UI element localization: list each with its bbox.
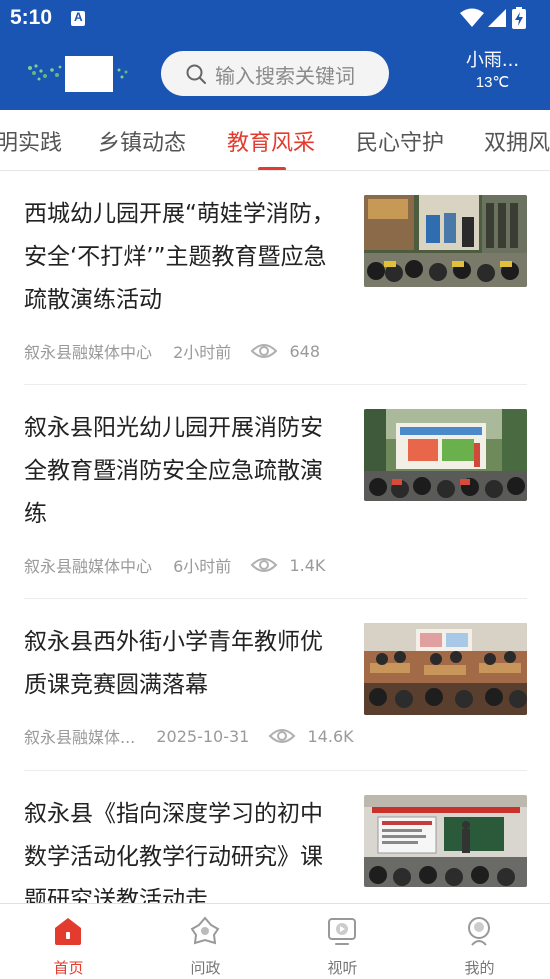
- search-placeholder: 输入搜索关键词: [215, 64, 355, 88]
- app-header: 输入搜索关键词 小雨... 13℃: [0, 38, 550, 110]
- news-views: 14.6K: [307, 726, 354, 746]
- news-views: 1.4K: [289, 555, 326, 575]
- divider: [24, 770, 527, 771]
- news-source: 叙永县融媒体中心: [24, 343, 153, 362]
- status-time: 5:10: [10, 6, 53, 29]
- weather-widget[interactable]: 小雨... 13℃: [455, 50, 530, 94]
- tab-town-news[interactable]: 乡镇动态: [98, 125, 186, 157]
- weather-temperature: 13℃: [475, 74, 510, 91]
- classroom-competition-photo: [364, 623, 527, 715]
- tab-civilization-practice[interactable]: 明实践: [0, 125, 62, 157]
- status-indicators: [460, 7, 540, 30]
- news-thumbnail[interactable]: [364, 623, 527, 715]
- news-thumbnail[interactable]: [364, 195, 527, 287]
- weather-description: 小雨...: [465, 50, 520, 71]
- search-input[interactable]: 输入搜索关键词: [161, 51, 389, 96]
- home-icon: [55, 918, 81, 945]
- news-title[interactable]: 叙永县阳光幼儿园开展消防安全教育暨消防安全应急疏散演练: [24, 407, 340, 536]
- news-title[interactable]: 叙永县西外街小学青年教师优质课竞赛圆满落幕: [24, 621, 340, 707]
- tab-double-support[interactable]: 双拥风: [484, 125, 550, 157]
- news-thumbnail[interactable]: [364, 409, 527, 501]
- logo-dots-icon: [117, 68, 128, 79]
- news-meta: 叙永县融媒体中心 6小时前 1.4K: [24, 553, 325, 577]
- app-logo[interactable]: [25, 56, 135, 92]
- video-icon: [328, 918, 356, 945]
- nav-video-label: 视听: [327, 959, 358, 977]
- nav-inquiry[interactable]: 问政: [137, 904, 274, 979]
- tab-education[interactable]: 教育风采: [227, 125, 315, 157]
- news-meta: 叙永县融媒体... 2025-10-31 14.6K: [24, 724, 354, 748]
- wifi-icon: [460, 8, 484, 27]
- news-meta: 叙永县融媒体中心 2小时前 648: [24, 339, 320, 363]
- nav-inquiry-label: 问政: [190, 959, 221, 977]
- status-bar: 5:10 A: [0, 0, 550, 38]
- nav-profile-label: 我的: [464, 959, 495, 977]
- category-tabs: 明实践 乡镇动态 教育风采 民心守护 双拥风: [0, 110, 550, 171]
- signal-icon: [488, 9, 506, 27]
- news-thumbnail[interactable]: [364, 795, 527, 887]
- logo-mark-icon: [28, 64, 62, 81]
- news-title[interactable]: 叙永县《指向深度学习的初中数学活动化教学行动研究》课题研究送教活动走: [24, 793, 340, 903]
- math-research-lecture-photo: [364, 795, 527, 887]
- news-feed: 西城幼儿园开展“萌娃学消防，安全‘不打烊’”主题教育暨应急疏散演练活动 叙永县融…: [0, 171, 550, 903]
- fire-safety-class-photo: [364, 409, 527, 501]
- eye-icon: [250, 344, 278, 358]
- nav-profile[interactable]: 我的: [411, 904, 548, 979]
- news-source: 叙永县融媒体...: [24, 728, 136, 747]
- news-time: 6小时前: [173, 557, 232, 576]
- news-source: 叙永县融媒体中心: [24, 557, 153, 576]
- nav-home[interactable]: 首页: [0, 904, 137, 979]
- tab-public-welfare[interactable]: 民心守护: [356, 125, 444, 157]
- eye-icon: [269, 729, 296, 743]
- nav-video[interactable]: 视听: [274, 904, 411, 979]
- notification-a-icon: A: [71, 10, 85, 26]
- fire-drill-photo: [364, 195, 527, 287]
- profile-icon: [468, 917, 490, 946]
- bottom-navigation: 首页 问政 视听 我的: [0, 903, 550, 979]
- divider: [24, 384, 527, 385]
- news-time: 2小时前: [173, 343, 232, 362]
- news-views: 648: [289, 341, 321, 361]
- battery-charging-icon: [512, 7, 526, 29]
- search-icon: [186, 64, 206, 84]
- logo-wordmark: [65, 56, 113, 92]
- divider: [24, 598, 527, 599]
- nav-home-label: 首页: [53, 959, 84, 977]
- eye-icon: [250, 558, 278, 572]
- news-time: 2025-10-31: [156, 726, 250, 746]
- inquiry-icon: [190, 916, 220, 945]
- news-title[interactable]: 西城幼儿园开展“萌娃学消防，安全‘不打烊’”主题教育暨应急疏散演练活动: [24, 193, 340, 322]
